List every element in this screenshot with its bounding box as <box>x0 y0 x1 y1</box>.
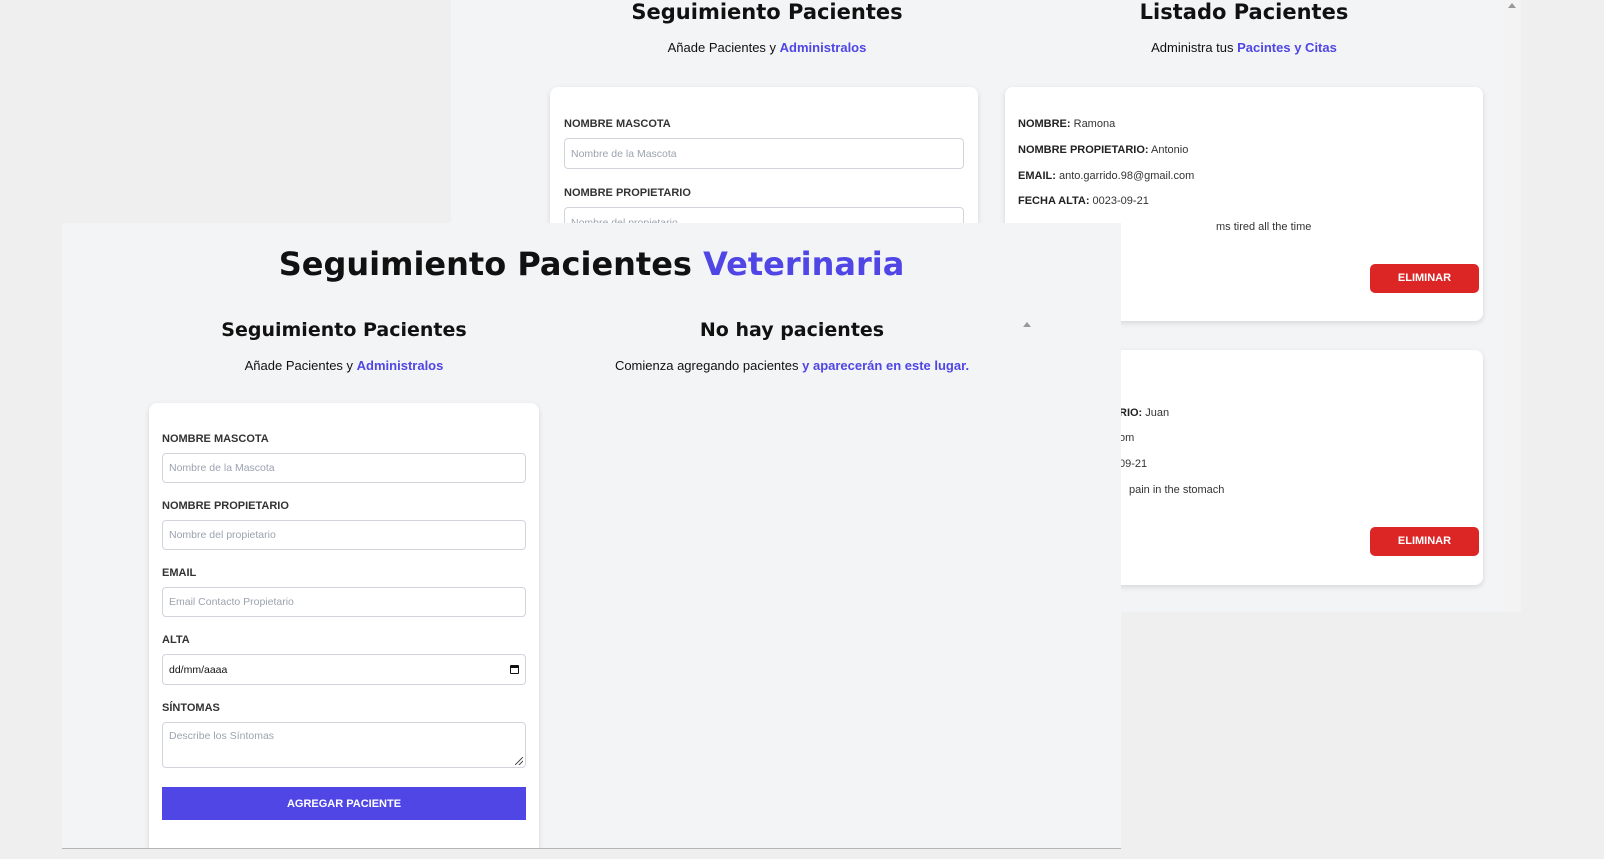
owner-name-input[interactable]: Nombre del propietario <box>162 520 526 550</box>
form-section-title: Seguimiento Pacientes <box>221 319 467 341</box>
patient-date: 09-21 <box>1119 458 1148 470</box>
list-section-title: Listado Pacientes <box>1139 0 1349 24</box>
pet-name-label: NOMBRE MASCOTA <box>162 433 269 445</box>
email-input[interactable]: Email Contacto Propietario <box>162 587 526 617</box>
pet-name-input[interactable]: Nombre de la Mascota <box>564 138 964 169</box>
subtitle-accent: Pacintes y Citas <box>1237 40 1337 55</box>
list-section-subtitle: Administra tus Pacintes y Citas <box>1004 40 1484 55</box>
subtitle-text: Añade Pacientes y <box>667 40 780 55</box>
resize-handle-icon[interactable] <box>515 757 523 765</box>
calendar-icon[interactable] <box>510 665 519 674</box>
patient-symptoms: ms tired all the time <box>1216 221 1312 233</box>
form-section-subtitle: Añade Pacientes y Administralos <box>557 40 977 55</box>
scrollbar[interactable] <box>1503 0 1521 612</box>
symptoms-label: SÍNTOMAS <box>162 702 220 714</box>
subtitle-text: Comienza agregando pacientes <box>614 358 803 373</box>
patient-form-card: NOMBRE MASCOTA Nombre de la Mascota NOMB… <box>149 403 539 849</box>
foreground-app-window: Seguimiento Pacientes Veterinaria Seguim… <box>62 223 1121 849</box>
patient-owner: NOMBRE PROPIETARIO: Antonio <box>1018 144 1189 156</box>
patient-name: NOMBRE: Ramona <box>1018 118 1116 130</box>
date-label: ALTA <box>162 634 190 646</box>
patient-symptoms: pain in the stomach <box>1129 484 1225 496</box>
scroll-up-arrow-icon[interactable] <box>1508 3 1516 8</box>
owner-name-label: NOMBRE PROPIETARIO <box>162 500 289 512</box>
empty-state-subtitle: Comienza agregando pacientes y aparecerá… <box>582 358 1002 373</box>
empty-state-title: No hay pacientes <box>699 319 885 341</box>
subtitle-text: Administra tus <box>1151 40 1238 55</box>
date-value: dd/mm/aaaa <box>169 663 228 676</box>
subtitle-accent: Administralos <box>779 40 867 55</box>
subtitle-text: Añade Pacientes y <box>244 358 357 373</box>
owner-name-label: NOMBRE PROPIETARIO <box>564 187 691 199</box>
patient-email: om <box>1119 432 1135 444</box>
delete-patient-button[interactable]: ELIMINAR <box>1370 264 1479 293</box>
add-patient-button[interactable]: AGREGAR PACIENTE <box>162 787 526 820</box>
subtitle-accent: y aparecerán en este lugar. <box>802 358 970 373</box>
patient-email: EMAIL: anto.garrido.98@gmail.com <box>1018 170 1195 182</box>
window-divider <box>62 848 1121 849</box>
subtitle-accent: Administralos <box>356 358 444 373</box>
pet-name-input[interactable]: Nombre de la Mascota <box>162 453 526 483</box>
form-section-title: Seguimiento Pacientes <box>631 0 903 24</box>
symptoms-placeholder: Describe los Síntomas <box>169 730 275 742</box>
pet-name-label: NOMBRE MASCOTA <box>564 118 671 130</box>
email-label: EMAIL <box>162 567 197 579</box>
scroll-up-arrow-icon[interactable] <box>1023 322 1031 327</box>
delete-patient-button[interactable]: ELIMINAR <box>1370 527 1479 556</box>
patient-date: FECHA ALTA: 0023-09-21 <box>1018 195 1149 207</box>
date-input[interactable]: dd/mm/aaaa <box>162 654 526 685</box>
page-title: Seguimiento Pacientes Veterinaria <box>278 245 905 283</box>
form-section-subtitle: Añade Pacientes y Administralos <box>150 358 538 373</box>
patient-owner: RIO: Juan <box>1119 407 1170 419</box>
symptoms-textarea[interactable]: Describe los Síntomas <box>162 722 526 768</box>
page-margin <box>1035 223 1121 849</box>
